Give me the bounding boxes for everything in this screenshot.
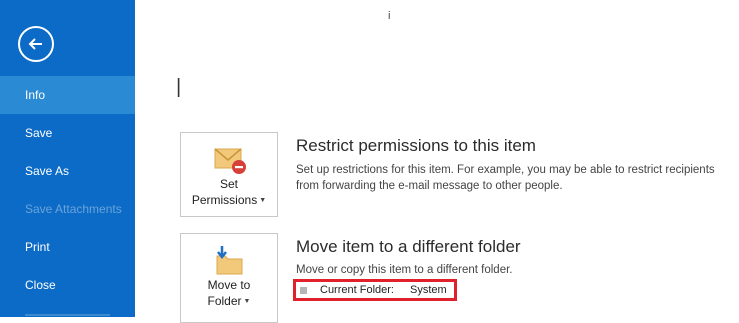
info-pane: i | Set Permissions ▼ Restrict permission… (135, 0, 739, 323)
current-folder-label: Current Folder: (320, 284, 394, 296)
move-title: Move item to a different folder (296, 237, 521, 256)
move-folder-icon (213, 244, 247, 278)
back-button[interactable] (18, 26, 54, 62)
move-to-folder-label-text: Folder (207, 294, 242, 308)
current-folder-value: System (410, 284, 447, 296)
chevron-down-icon: ▼ (259, 197, 267, 205)
backstage-sidebar: Info Save Save As Save Attachments Print… (0, 0, 135, 317)
move-to-folder-button[interactable]: Move to Folder ▼ (180, 233, 278, 323)
sidebar-item-close[interactable]: Close (0, 266, 135, 304)
move-description: Move or copy this item to a different fo… (296, 264, 513, 276)
sidebar-item-save-attachments: Save Attachments (25, 202, 122, 216)
restrict-description: Set up restrictions for this item. For e… (296, 164, 715, 192)
set-permissions-label-line2: Permissions ▼ (181, 193, 277, 208)
sidebar-item-info[interactable]: Info (0, 76, 135, 114)
sidebar-item-save[interactable]: Save (0, 114, 135, 152)
sidebar-divider (25, 314, 110, 316)
text-cursor: | (176, 76, 182, 98)
chevron-down-icon: ▼ (243, 298, 251, 306)
top-glyph: i (388, 10, 391, 22)
move-to-folder-label-line1: Move to (207, 278, 251, 292)
current-folder-highlight: Current Folder: System (293, 279, 457, 301)
envelope-restrict-icon (213, 143, 247, 177)
restrict-title: Restrict permissions to this item (296, 136, 536, 155)
set-permissions-label-line1: Set (219, 177, 238, 191)
back-arrow-icon (28, 38, 42, 50)
sidebar-item-print[interactable]: Print (0, 228, 135, 266)
move-to-folder-label-line2: Folder ▼ (181, 294, 277, 309)
set-permissions-label-text: Permissions (191, 193, 258, 207)
set-permissions-button[interactable]: Set Permissions ▼ (180, 132, 278, 217)
folder-bullet-icon (300, 287, 307, 294)
sidebar-item-save-as[interactable]: Save As (0, 152, 135, 190)
